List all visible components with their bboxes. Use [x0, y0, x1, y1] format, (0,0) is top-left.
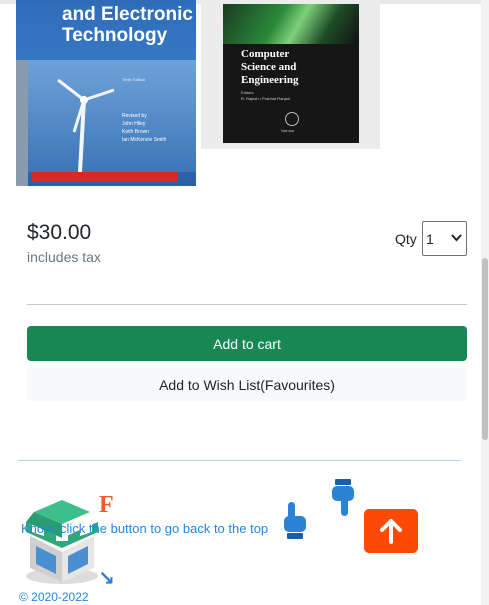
back-to-top-button[interactable] [364, 509, 418, 553]
book-cover-edition: Tenth Edition [122, 77, 146, 82]
arrow-up-icon [380, 519, 402, 544]
quantity-value: 1 [426, 230, 434, 247]
wind-turbine-icon [57, 78, 115, 173]
decorative-orange-mark: F [99, 492, 114, 518]
book-cover-image [28, 60, 196, 173]
add-to-cart-button[interactable]: Add to cart [27, 326, 467, 361]
book-cover-image: Computer Science and Engineering Editors… [223, 4, 359, 143]
book-cover-electronic-technology[interactable]: and Electronic Technology Tenth Edition … [16, 0, 196, 186]
book-cover-sidebar [16, 60, 28, 186]
scrollbar-track[interactable] [481, 0, 489, 605]
book-cover-red-strip [32, 172, 178, 182]
section-divider [27, 304, 467, 305]
book-cover-graphic [223, 4, 359, 44]
back-to-top-text: Know, click the button to go back to the… [21, 521, 269, 536]
book-cover-title: and Electronic Technology [62, 4, 193, 46]
chevron-down-icon [451, 233, 462, 245]
quantity-select[interactable]: 1 [422, 221, 467, 256]
scrollbar-thumb[interactable] [482, 258, 488, 440]
footer-divider [18, 460, 461, 461]
book-cover-publisher: Narosa [281, 128, 294, 133]
book-cover-authors: Revised by John Hiley Keith Brown Ian Mc… [122, 113, 167, 143]
tax-note: includes tax [27, 249, 101, 265]
product-price: $30.00 [27, 221, 92, 244]
hand-pointing-down-icon [332, 479, 354, 516]
hand-pointing-up-icon [284, 502, 306, 539]
add-to-wishlist-button[interactable]: Add to Wish List(Favourites) [27, 368, 467, 401]
book-cover-title: Computer Science and Engineering [241, 48, 299, 86]
store-icon [26, 500, 98, 584]
decorative-blue-mark: ↘ [98, 568, 115, 590]
book-cover-computer-science[interactable]: Computer Science and Engineering Editors… [201, 0, 380, 149]
publisher-logo-icon [285, 112, 299, 126]
quantity-label: Qty [395, 231, 417, 247]
book-cover-editors: Editors R. Rajesh • Prabhat Ranjan [241, 90, 290, 101]
copyright-text: © 2020-2022 [19, 590, 89, 604]
